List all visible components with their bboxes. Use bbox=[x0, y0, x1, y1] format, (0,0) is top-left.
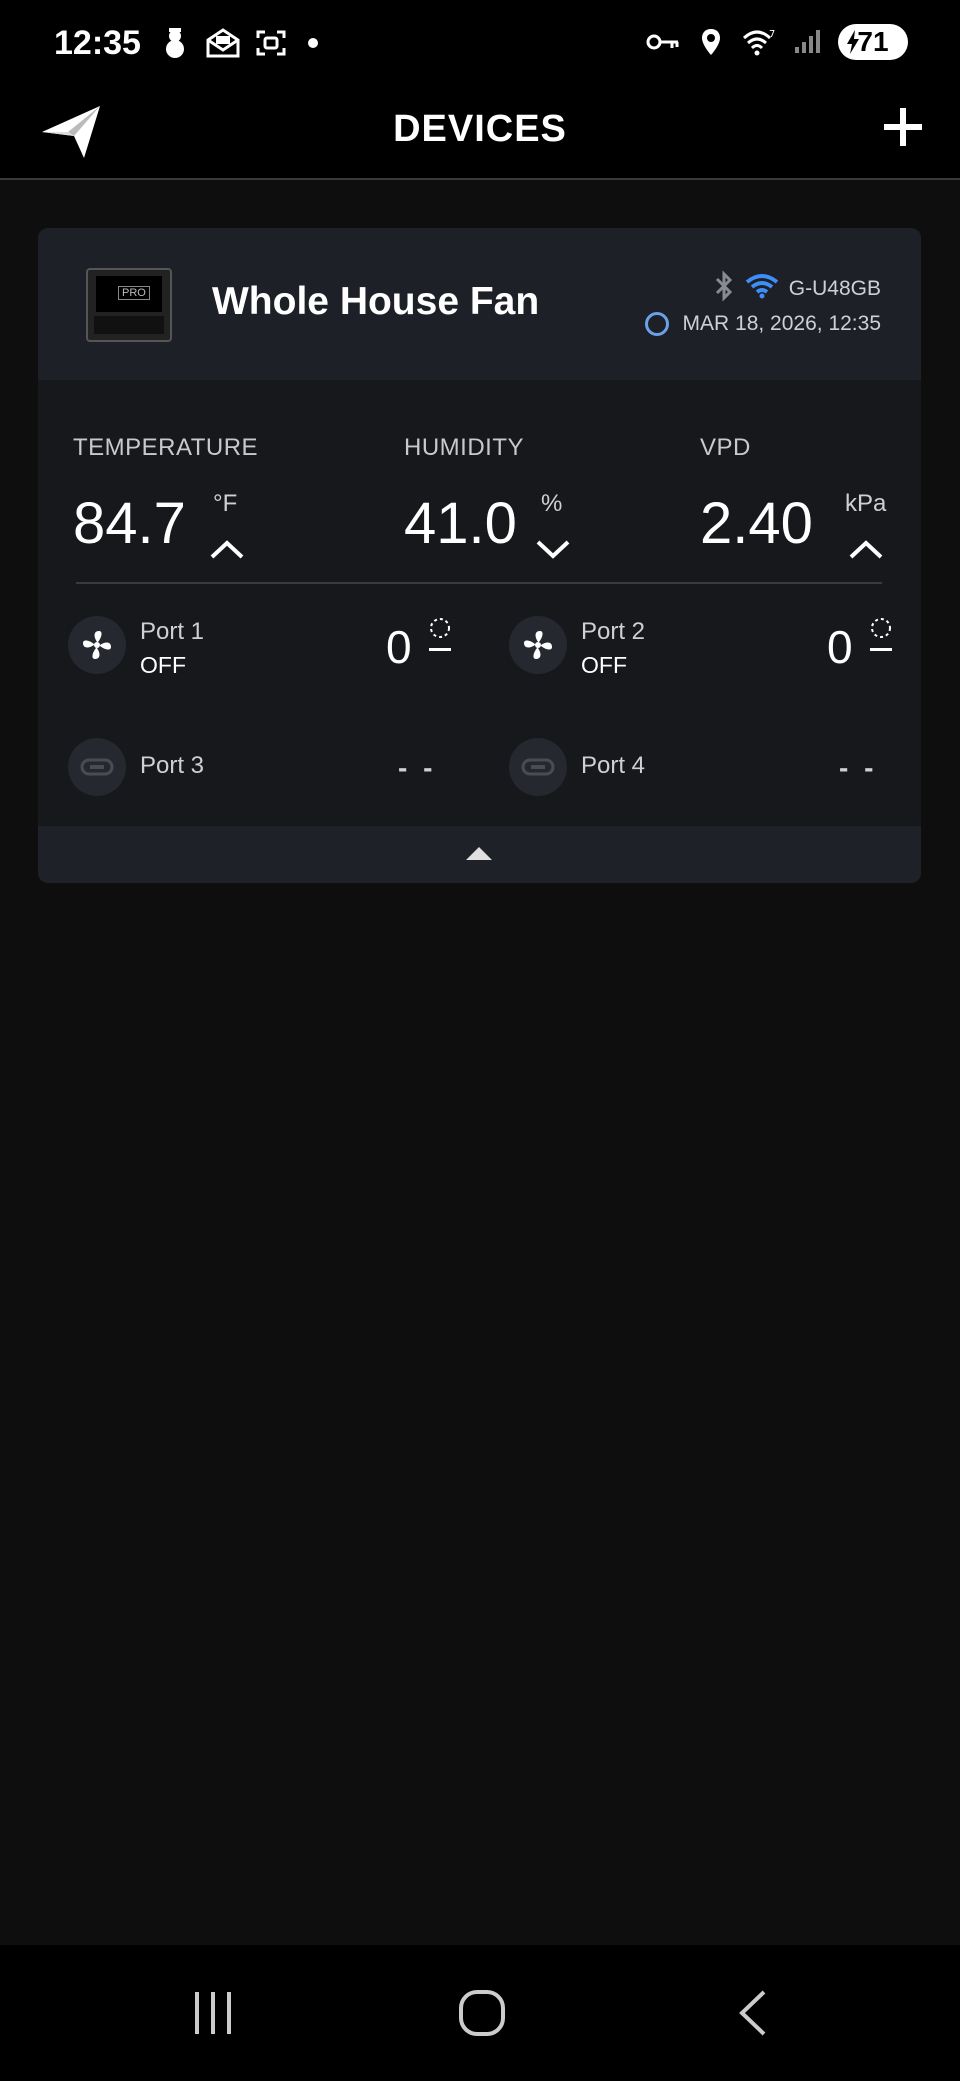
metric-label: VPD bbox=[700, 434, 751, 461]
status-time: 12:35 bbox=[54, 24, 141, 62]
metric-unit: °F bbox=[213, 490, 238, 517]
location-icon bbox=[694, 25, 728, 59]
fan-icon bbox=[509, 616, 567, 674]
svg-text:7: 7 bbox=[769, 29, 775, 40]
metric-temperature: TEMPERATURE 84.7 °F bbox=[73, 434, 259, 559]
port-value: 0 bbox=[386, 621, 412, 673]
metric-label: HUMIDITY bbox=[404, 434, 524, 461]
metrics-divider bbox=[76, 582, 882, 584]
port-state: OFF bbox=[140, 652, 186, 678]
metric-unit: kPa bbox=[845, 490, 887, 517]
status-bar: 12:35 7 71 bbox=[0, 0, 960, 90]
wifi-icon: 7 bbox=[742, 25, 776, 59]
battery-level: 71 bbox=[857, 26, 889, 57]
port-name: Port 1 bbox=[140, 618, 205, 645]
device-card-header[interactable]: PRO Whole House Fan G-U48GB MAR 18, 2026… bbox=[38, 228, 921, 380]
device-name: Whole House Fan bbox=[212, 280, 540, 323]
port-3[interactable]: Port 3 - - bbox=[68, 738, 468, 798]
network-ssid: G-U48GB bbox=[788, 276, 881, 300]
connection-row: G-U48GB bbox=[713, 270, 881, 307]
plug-icon bbox=[68, 738, 126, 796]
page-title: DEVICES bbox=[393, 108, 567, 150]
port-2[interactable]: Port 2 OFF 0 bbox=[509, 616, 909, 678]
status-left-icons bbox=[158, 26, 318, 60]
metric-value: 2.40 bbox=[700, 491, 813, 556]
battery-icon: 71 bbox=[838, 24, 908, 60]
home-icon[interactable] bbox=[452, 1985, 512, 2041]
port-value: - - bbox=[839, 752, 878, 783]
bluetooth-icon bbox=[713, 270, 735, 307]
dot-icon bbox=[308, 38, 318, 48]
collapse-triangle-icon[interactable] bbox=[464, 844, 494, 862]
app-header: DEVICES bbox=[0, 90, 960, 180]
status-ring-icon bbox=[644, 312, 669, 336]
wifi-status-icon bbox=[745, 273, 779, 304]
port-name: Port 2 bbox=[581, 618, 646, 645]
trend-up-icon bbox=[210, 540, 244, 559]
trend-down-icon bbox=[536, 540, 570, 559]
speed-level-icon bbox=[429, 618, 451, 651]
metric-value: 84.7 bbox=[73, 491, 186, 556]
port-1[interactable]: Port 1 OFF 0 bbox=[68, 616, 468, 678]
port-4[interactable]: Port 4 - - bbox=[509, 738, 909, 798]
screenshot-icon bbox=[254, 26, 288, 60]
plug-icon bbox=[509, 738, 567, 796]
trend-up-icon bbox=[849, 540, 883, 559]
port-value: 0 bbox=[827, 621, 853, 673]
vpn-key-icon bbox=[646, 25, 680, 59]
signal-icon bbox=[790, 25, 824, 59]
device-card[interactable]: PRO Whole House Fan G-U48GB MAR 18, 2026… bbox=[38, 228, 921, 883]
port-value: - - bbox=[398, 752, 437, 783]
device-thumbnail: PRO bbox=[86, 268, 172, 342]
card-expand-bar[interactable] bbox=[38, 826, 921, 883]
metric-label: TEMPERATURE bbox=[73, 434, 259, 461]
add-device-button[interactable] bbox=[880, 104, 926, 150]
metric-vpd: VPD 2.40 kPa bbox=[700, 434, 886, 559]
snowman-icon bbox=[158, 26, 192, 60]
back-icon[interactable] bbox=[722, 1985, 782, 2041]
mail-icon bbox=[206, 26, 240, 60]
status-right-icons: 7 71 bbox=[646, 24, 908, 60]
port-name: Port 3 bbox=[140, 752, 205, 779]
metric-humidity: HUMIDITY 41.0 % bbox=[404, 434, 570, 559]
speed-level-icon bbox=[870, 618, 892, 651]
port-state: OFF bbox=[581, 652, 627, 678]
last-update-time: MAR 18, 2026, 12:35 bbox=[682, 312, 881, 335]
metric-value: 41.0 bbox=[404, 491, 517, 556]
port-name: Port 4 bbox=[581, 752, 646, 779]
last-update-row: MAR 18, 2026, 12:35 bbox=[644, 312, 881, 336]
fan-icon bbox=[68, 616, 126, 674]
recents-icon[interactable] bbox=[183, 1985, 243, 2041]
system-nav-bar bbox=[0, 1945, 960, 2081]
metric-unit: % bbox=[541, 490, 563, 517]
